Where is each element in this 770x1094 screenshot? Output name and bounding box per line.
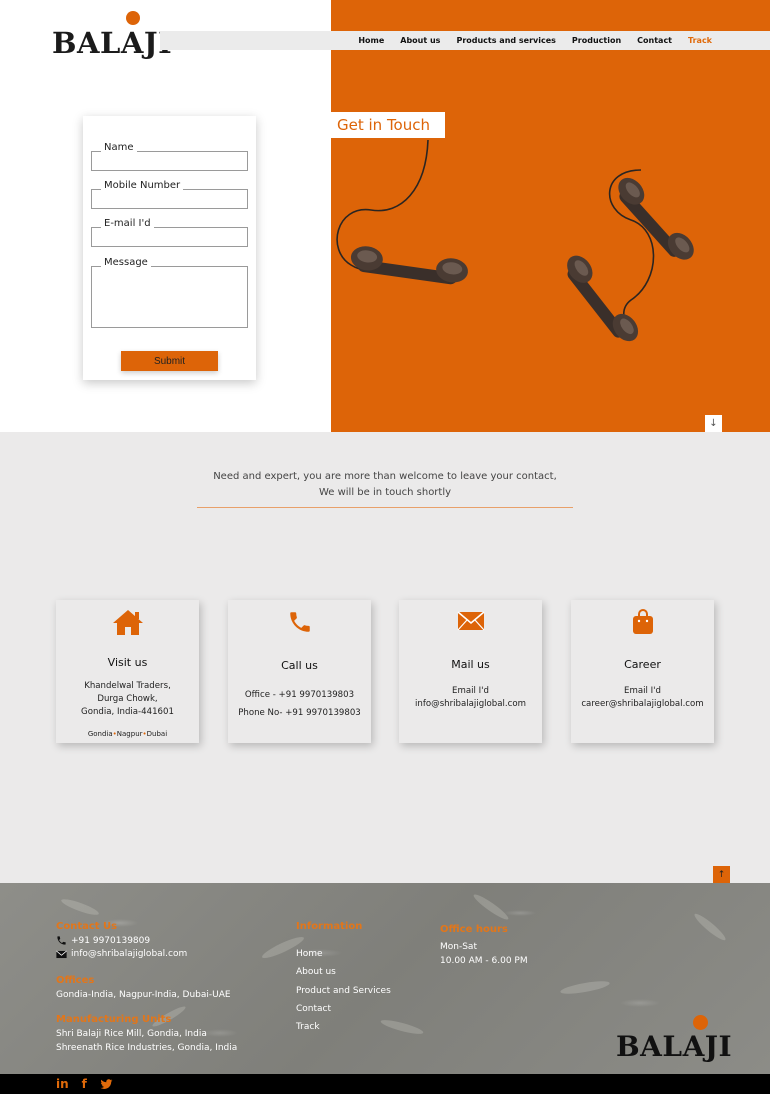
phone-icon [57,936,66,945]
career-card: Career Email I'd career@shribalajiglobal… [571,600,714,743]
footer-contact-title: Contact Us [56,921,118,932]
name-field-label: Name [101,142,137,153]
footer-brand-logo-text: BALAJI [616,1030,733,1063]
tagline-line-2: We will be in touch shortly [318,487,452,498]
career-email-link[interactable]: career@shribalajiglobal.com [571,698,714,711]
office-phone[interactable]: Office - +91 9970139803 [228,686,371,704]
hours-days: Mon-Sat [440,942,477,952]
footer-information-title: Information [296,921,363,932]
mobile-phone[interactable]: Phone No- +91 9970139803 [228,704,371,722]
footer-link-products-services[interactable]: Product and Services [296,982,391,1000]
footer-link-contact[interactable]: Contact [296,1000,391,1018]
footer-link-about-us[interactable]: About us [296,963,391,981]
footer-links: Home About us Product and Services Conta… [296,945,391,1036]
rice-texture [59,896,101,918]
mail-icon [56,950,67,958]
mail-icon [456,611,485,631]
footer-hours: Mon-Sat 10.00 AM - 6.00 PM [440,941,528,968]
back-to-top-button[interactable]: ↑ [713,866,730,883]
call-us-numbers: Office - +91 9970139803 Phone No- +91 99… [228,686,371,722]
email-field[interactable]: E-mail I'd [91,218,248,247]
linkedin-icon[interactable]: in [56,1078,69,1090]
tagline-line-1: Need and expert, you are more than welco… [213,471,557,482]
footer-offices-text: Gondia-India, Nagpur-India, Dubai-UAE [56,990,231,1000]
email-field-label: E-mail I'd [101,218,154,229]
address-line-2: Durga Chowk, [97,694,158,704]
career-email-label: Email I'd [624,686,661,696]
footer-phone-text: +91 9970139809 [71,935,151,946]
nav-products-services[interactable]: Products and services [456,36,555,45]
footer-units-list: Shri Balaji Rice Mill, Gondia, India Shr… [56,1028,237,1055]
mobile-number-field-label: Mobile Number [101,180,184,191]
brand-logo-text: BALAJI [52,26,173,60]
footer-email[interactable]: info@shribalajiglobal.com [56,949,187,959]
top-right-receiver-icon [618,177,694,260]
hours-time: 10.00 AM - 6.00 PM [440,955,528,966]
nav-track[interactable]: Track [688,36,712,45]
nav-production[interactable]: Production [572,36,621,45]
scroll-down-button[interactable]: ↓ [705,415,722,432]
unit-1: Shri Balaji Rice Mill, Gondia, India [56,1029,207,1039]
footer-brand-logo[interactable]: BALAJI [616,1015,733,1063]
footer-phone[interactable]: +91 9970139809 [56,935,150,946]
twitter-bird-icon [100,1078,113,1089]
message-field[interactable]: Message [91,257,248,328]
nav-about-us[interactable]: About us [400,36,440,45]
career-details: Email I'd career@shribalajiglobal.com [571,685,714,711]
brand-logo[interactable]: BALAJI [52,11,173,60]
office-cities: Gondia•Nagpur•Dubai [56,730,199,738]
call-us-title: Call us [281,659,318,672]
address-line-1: Khandelwal Traders, [84,681,171,691]
message-field-label: Message [101,257,151,268]
unit-2: Shreenath Rice Industries, Gondia, India [56,1042,238,1053]
nav-home[interactable]: Home [358,36,384,45]
home-icon [112,610,143,635]
footer-email-text: info@shribalajiglobal.com [71,949,188,959]
city-nagpur: Nagpur [116,730,143,738]
footer-offices-title: Offices [56,975,95,986]
call-us-card: Call us Office - +91 9970139803 Phone No… [228,600,371,743]
city-dubai: Dubai [146,730,168,738]
mail-us-card: Mail us Email I'd info@shribalajiglobal.… [399,600,542,743]
info-email-link[interactable]: info@shribalajiglobal.com [399,698,542,711]
city-gondia: Gondia [87,730,113,738]
contact-form: Name Mobile Number E-mail I'd Message Su… [83,116,256,380]
telephone-receivers-illustration [336,139,694,342]
email-label: Email I'd [452,686,489,696]
arrow-down-icon: ↓ [709,418,718,429]
rice-texture [471,891,511,923]
mail-us-title: Mail us [451,658,490,671]
contact-info-section: Need and expert, you are more than welco… [0,432,770,883]
tagline-divider [197,507,573,508]
rice-texture [559,978,611,997]
footer-link-track[interactable]: Track [296,1018,391,1036]
twitter-icon[interactable] [100,1078,113,1090]
arrow-up-icon: ↑ [717,869,726,880]
mail-us-details: Email I'd info@shribalajiglobal.com [399,685,542,711]
visit-us-address: Khandelwal Traders, Durga Chowk, Gondia,… [56,680,199,719]
rice-texture [692,911,728,943]
bag-icon [632,609,653,634]
footer-hours-title: Office hours [440,924,508,935]
left-phone-cord [336,139,429,273]
phone-icon [289,612,310,632]
footer-link-home[interactable]: Home [296,945,391,963]
mobile-number-field[interactable]: Mobile Number [91,180,248,209]
visit-us-card: Visit us Khandelwal Traders, Durga Chowk… [56,600,199,743]
name-field[interactable]: Name [91,142,248,171]
contact-tagline: Need and expert, you are more than welco… [0,469,770,501]
logo-dot-icon [126,11,140,25]
logo-dot-icon [693,1015,708,1030]
footer-units-title: Manufacturing Units [56,1014,172,1025]
career-title: Career [624,658,661,671]
facebook-icon[interactable]: f [82,1078,87,1090]
left-receiver-icon [350,246,468,285]
nav-contact[interactable]: Contact [637,36,672,45]
submit-button[interactable]: Submit [121,351,218,371]
visit-us-title: Visit us [107,656,148,669]
main-nav: Home About us Products and services Prod… [160,31,770,50]
social-bar: in f [0,1074,770,1094]
address-line-3: Gondia, India-441601 [81,707,174,717]
